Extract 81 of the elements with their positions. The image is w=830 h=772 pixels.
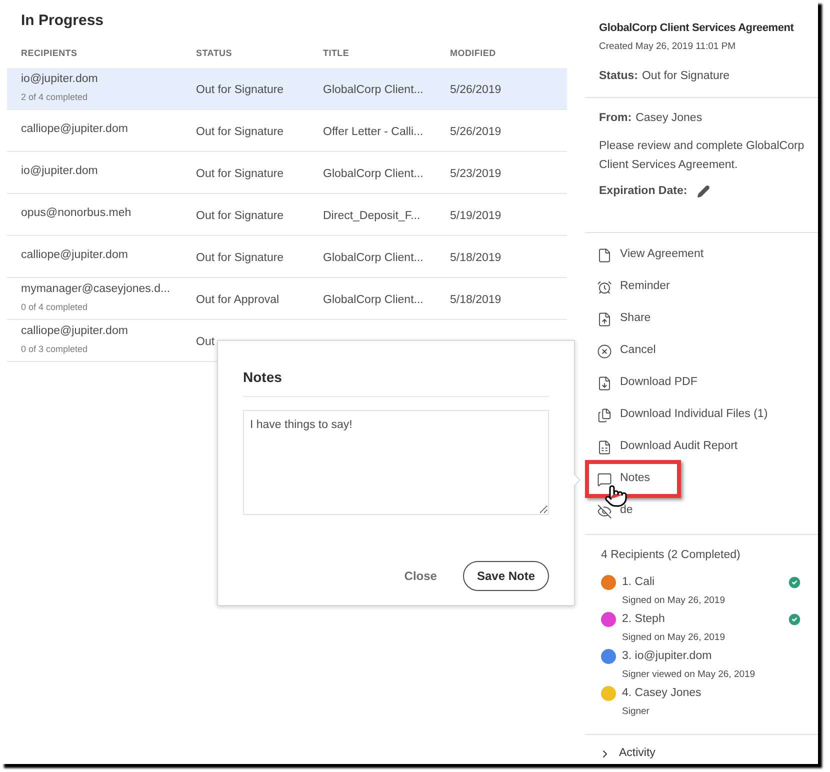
action-menu-item[interactable]: de	[597, 502, 633, 520]
table-row[interactable]: io@jupiter.dom Out for Signature GlobalCorp Client... 5/23/2019	[7, 152, 567, 194]
document-title: Direct_Deposit_F...	[323, 210, 420, 222]
page-title: In Progress	[20, 11, 105, 31]
document-title: GlobalCorp Client...	[323, 252, 424, 264]
status-label: Status:	[599, 68, 638, 84]
action-menu-item[interactable]: Download Individual Files (1)	[597, 406, 768, 424]
recipient-email: io@jupiter.dom	[21, 164, 99, 180]
status-text: Out for Signature	[196, 210, 284, 222]
documents-download-icon	[597, 408, 612, 422]
table-row[interactable]: io@jupiter.dom 2 of 4 completed Out for Signature GlobalCorp Client... 5/26/2019	[7, 68, 567, 110]
action-menu-item[interactable]: View Agreement	[597, 246, 704, 264]
table-row[interactable]: opus@nonorbus.meh Out for Signature Direct_Deposit_F... 5/19/2019	[7, 194, 567, 236]
modified-date: 5/23/2019	[450, 168, 502, 180]
action-menu-item[interactable]: Download PDF	[597, 374, 698, 392]
table-row[interactable]: calliope@jupiter.dom Out for Signature Offer Letter - Calli... 5/26/2019	[7, 110, 567, 152]
recipient-email: calliope@jupiter.dom	[21, 324, 129, 340]
column-header[interactable]: RECIPIENTS	[21, 48, 78, 58]
recipient-name: 2. Steph	[622, 612, 666, 628]
table-row[interactable]: calliope@jupiter.dom Out for Signature GlobalCorp Client... 5/18/2019	[7, 236, 567, 278]
action-menu-item[interactable]: Download Audit Report	[597, 438, 738, 456]
recipient-name: 1. Cali	[622, 575, 656, 590]
activity-toggle[interactable]: Activity	[585, 735, 818, 762]
modified-date: 5/26/2019	[450, 84, 502, 96]
action-menu-item[interactable]: Cancel	[597, 342, 656, 360]
document-share-icon	[597, 312, 612, 326]
recipient-name: 4. Casey Jones	[622, 686, 702, 702]
notes-field[interactable]: I have things to say!	[243, 410, 549, 515]
report-download-icon	[597, 440, 612, 454]
status-text: Out for Signature	[196, 168, 284, 180]
cancel-icon	[597, 344, 612, 358]
status-text: Out for Signature	[196, 252, 284, 264]
status-value: Out for Signature	[642, 68, 730, 84]
document-download-icon	[597, 376, 612, 390]
recipient-status: Signer	[622, 704, 650, 718]
save-note-button[interactable]: Save Note	[462, 561, 549, 591]
column-header[interactable]: MODIFIED	[450, 48, 496, 58]
sender-name: Casey Jones	[636, 111, 702, 126]
alarm-clock-icon	[597, 280, 612, 294]
created-date: Created May 26, 2019 11:01 PM	[599, 40, 737, 54]
completion-count: 0 of 3 completed	[21, 343, 89, 356]
recipient-status: Signed on May 26, 2019	[622, 594, 726, 608]
recipient-email: io@jupiter.dom	[21, 72, 99, 88]
document-title: GlobalCorp Client...	[323, 294, 424, 306]
document-title: GlobalCorp Client...	[323, 168, 424, 180]
popover-title: Notes	[243, 367, 549, 397]
edit-icon[interactable]	[697, 185, 710, 198]
close-button[interactable]: Close	[394, 562, 447, 590]
action-menu-item[interactable]: Reminder	[597, 278, 670, 296]
from-label: From:	[599, 111, 632, 126]
status-text: Out for Signature	[196, 126, 284, 138]
recipient-email: mymanager@caseyjones.d...	[21, 282, 172, 298]
message-text: Please review and complete GlobalCorp Client Services Agreement.	[599, 139, 806, 174]
document-icon	[597, 248, 612, 262]
eye-off-icon	[597, 504, 612, 518]
column-header[interactable]: TITLE	[323, 48, 350, 58]
recipient-email: calliope@jupiter.dom	[21, 122, 129, 138]
recipient-status: Signed on May 26, 2019	[622, 630, 726, 644]
recipient-name: 3. io@jupiter.dom	[622, 649, 713, 664]
agreement-title: GlobalCorp Client Services Agreement	[599, 21, 795, 36]
document-title: GlobalCorp Client...	[323, 84, 424, 96]
action-menu-item[interactable]: Share	[597, 310, 651, 328]
recipient-email: opus@nonorbus.meh	[21, 206, 132, 222]
recipients-heading: 4 Recipients (2 Completed)	[601, 548, 742, 563]
modified-date: 5/18/2019	[450, 252, 502, 264]
document-title: Offer Letter - Calli...	[323, 126, 424, 138]
status-text: Out for Approval	[196, 294, 280, 306]
speech-bubble-icon	[597, 472, 612, 486]
expiration-label: Expiration Date:	[599, 184, 688, 200]
recipient-email: calliope@jupiter.dom	[21, 248, 129, 264]
completion-count: 0 of 4 completed	[21, 301, 89, 314]
recipient-status: Signer viewed on May 26, 2019	[622, 668, 756, 682]
table-row[interactable]: mymanager@caseyjones.d... 0 of 4 completed Out for Approval GlobalCorp Client... 5/18/2019	[7, 278, 567, 320]
column-header[interactable]: STATUS	[196, 48, 232, 58]
modified-date: 5/26/2019	[450, 126, 502, 138]
modified-date: 5/19/2019	[450, 210, 502, 222]
status-text: Out	[196, 336, 215, 348]
status-text: Out for Signature	[196, 84, 284, 96]
modified-date: 5/18/2019	[450, 294, 502, 306]
action-menu-item[interactable]: Notes	[585, 460, 681, 498]
completion-count: 2 of 4 completed	[21, 91, 89, 104]
